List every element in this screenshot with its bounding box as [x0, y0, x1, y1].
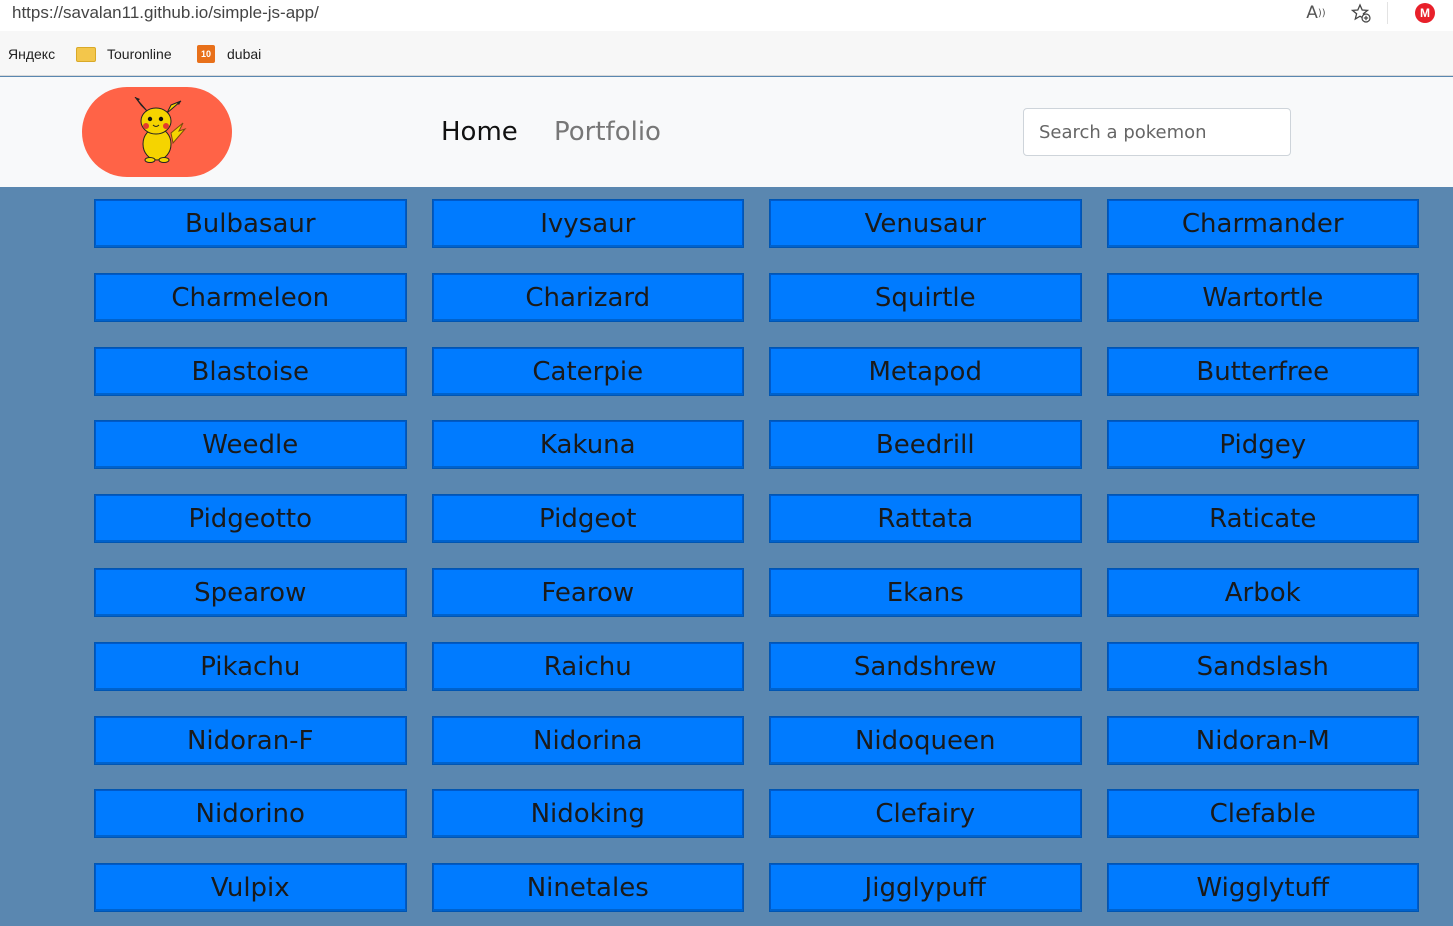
pokemon-list: Bulbasaur Ivysaur Venusaur Charmander Ch… [94, 199, 1419, 926]
pikachu-icon [134, 97, 187, 163]
pokemon-button[interactable]: Ninetales [431, 863, 744, 913]
pokemon-row: Charmeleon Charizard Squirtle Wartortle [94, 272, 1419, 347]
pokemon-button[interactable]: Sandslash [1106, 641, 1419, 691]
pokemon-button[interactable]: Bulbasaur [94, 199, 407, 248]
pokemon-button[interactable]: Blastoise [94, 346, 407, 396]
nav-link-portfolio[interactable]: Portfolio [554, 117, 661, 147]
pokemon-row: Weedle Kakuna Beedrill Pidgey [94, 420, 1419, 494]
pokemon-button[interactable]: Pidgeot [431, 494, 744, 544]
pokemon-button[interactable]: Butterfree [1106, 346, 1419, 396]
star-plus-icon [1351, 3, 1371, 23]
pokemon-button[interactable]: Charmeleon [94, 272, 407, 322]
pokemon-button[interactable]: Pidgeotto [94, 494, 407, 544]
pokemon-button[interactable]: Jigglypuff [769, 863, 1082, 913]
pokemon-button[interactable]: Raichu [431, 641, 744, 691]
pokemon-button[interactable]: Pikachu [94, 641, 407, 691]
ten-badge-icon: 10 [197, 45, 215, 63]
bookmark-touronline[interactable]: Touronline [76, 43, 172, 65]
pokemon-button[interactable]: Ekans [769, 567, 1082, 617]
pokemon-button[interactable]: Clefable [1106, 789, 1419, 839]
read-aloud-icon[interactable]: A)) [1304, 2, 1328, 24]
pokemon-button[interactable]: Nidoking [431, 789, 744, 839]
pokemon-button[interactable]: Nidoran-M [1106, 715, 1419, 765]
nav-link-home[interactable]: Home [441, 117, 518, 147]
pokemon-button[interactable]: Beedrill [769, 420, 1082, 470]
site-navbar: Home Portfolio [0, 77, 1453, 187]
profile-initial: M [1415, 3, 1435, 23]
pokemon-button[interactable]: Wartortle [1106, 272, 1419, 322]
pokemon-row: Nidorino Nidoking Clefairy Clefable [94, 789, 1419, 863]
bookmark-label: Touronline [107, 46, 172, 62]
pokemon-button[interactable]: Clefairy [769, 789, 1082, 839]
pokemon-button[interactable]: Wigglytuff [1106, 863, 1419, 913]
url-field[interactable]: https://savalan11.github.io/simple-js-ap… [0, 2, 1388, 24]
pokemon-button[interactable]: Raticate [1106, 494, 1419, 544]
pokemon-row: Blastoise Caterpie Metapod Butterfree [94, 346, 1419, 421]
pokemon-row: Pikachu Raichu Sandshrew Sandslash [94, 641, 1419, 716]
pokemon-row: Vulpix Ninetales Jigglypuff Wigglytuff [94, 863, 1419, 926]
pokemon-button[interactable]: Nidorino [94, 789, 407, 839]
profile-icon[interactable]: M [1413, 2, 1437, 24]
pokemon-button[interactable]: Caterpie [431, 346, 744, 396]
add-favorite-icon[interactable] [1349, 2, 1373, 24]
pokemon-button[interactable]: Venusaur [769, 199, 1082, 248]
pokemon-button[interactable]: Charmander [1106, 199, 1419, 248]
bookmark-dubai[interactable]: 10 dubai [197, 43, 261, 65]
pokemon-button[interactable]: Nidorina [431, 715, 744, 765]
pokemon-button[interactable]: Metapod [769, 346, 1082, 396]
bookmarks-bar: Яндекс Touronline 10 dubai [0, 31, 1453, 76]
folder-icon [76, 46, 96, 62]
pokemon-button[interactable]: Spearow [94, 567, 407, 617]
pokemon-button[interactable]: Nidoqueen [769, 715, 1082, 765]
pokemon-button[interactable]: Pidgey [1106, 420, 1419, 470]
pokemon-button[interactable]: Charizard [431, 272, 744, 322]
browser-address-bar: https://savalan11.github.io/simple-js-ap… [0, 0, 1453, 31]
pokemon-button[interactable]: Nidoran-F [94, 715, 407, 765]
logo[interactable] [82, 87, 232, 177]
pokemon-button[interactable]: Fearow [431, 567, 744, 617]
pokemon-button[interactable]: Kakuna [431, 420, 744, 470]
pokemon-row: Bulbasaur Ivysaur Venusaur Charmander [94, 199, 1419, 273]
pokemon-button[interactable]: Arbok [1106, 567, 1419, 617]
pokemon-button[interactable]: Vulpix [94, 863, 407, 913]
pokemon-row: Pidgeotto Pidgeot Rattata Raticate [94, 494, 1419, 568]
pokemon-button[interactable]: Sandshrew [769, 641, 1082, 691]
search-input[interactable] [1023, 108, 1291, 156]
pokemon-button[interactable]: Ivysaur [431, 199, 744, 248]
bookmark-label: Яндекс [8, 46, 56, 62]
bookmark-yandex[interactable]: Яндекс [8, 43, 55, 65]
pokemon-row: Nidoran-F Nidorina Nidoqueen Nidoran-M [94, 715, 1419, 790]
pokemon-button[interactable]: Weedle [94, 420, 407, 470]
pokemon-button[interactable]: Squirtle [769, 272, 1082, 322]
pokemon-button[interactable]: Rattata [769, 494, 1082, 544]
bookmark-label: dubai [227, 46, 262, 62]
pokemon-row: Spearow Fearow Ekans Arbok [94, 567, 1419, 642]
